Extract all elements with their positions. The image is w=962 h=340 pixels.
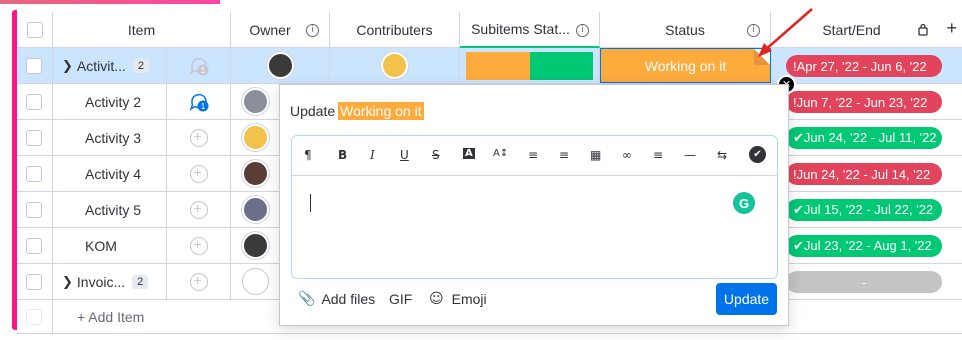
date-range-pill[interactable]: ✔Jul 23, '22 - Aug 1, '22: [786, 235, 942, 257]
row-checkbox[interactable]: [26, 165, 42, 182]
row-checkbox: [26, 308, 42, 325]
paragraph-icon[interactable]: ¶: [304, 148, 312, 162]
item-name[interactable]: Activity 4: [85, 166, 141, 182]
add-item-input[interactable]: + Add Item: [77, 309, 144, 325]
update-bubble-icon[interactable]: 1: [188, 55, 210, 77]
date-range-pill[interactable]: !Jun 7, '22 - Jun 23, '22: [786, 91, 942, 113]
align-icon[interactable]: ≡: [653, 148, 663, 162]
update-bubble-icon[interactable]: 1: [188, 91, 210, 113]
owner-avatar[interactable]: [241, 196, 269, 223]
bullet-list-icon[interactable]: ≡: [559, 148, 569, 162]
link-icon[interactable]: ∞: [622, 148, 632, 162]
add-files-button[interactable]: 📎 Add files: [298, 291, 375, 307]
add-update-icon[interactable]: [189, 272, 208, 291]
update-editor: ¶ B I U S A A↕ ≡ ≡ ▦ ∞ ≡ — ⇆ ✔ G: [291, 135, 778, 279]
svg-text:1: 1: [200, 66, 205, 75]
info-icon[interactable]: i: [306, 24, 319, 37]
subitems-done-segment: [529, 51, 593, 80]
popup-title: Update Working on it: [290, 102, 424, 120]
select-all-cell: [17, 12, 53, 48]
item-name[interactable]: KOM: [85, 238, 117, 254]
item-name[interactable]: Activity 3: [85, 130, 141, 146]
item-name[interactable]: Activity 5: [85, 202, 141, 218]
update-popup: Update Working on it ¶ B I U S A A↕ ≡ ≡ …: [279, 84, 789, 326]
emoji-button[interactable]: ☺ Emoji: [429, 291, 487, 307]
subitems-status-bar[interactable]: [466, 51, 593, 80]
paperclip-icon: 📎: [298, 291, 316, 307]
smiley-icon: ☺: [429, 291, 444, 307]
gif-button[interactable]: GIF: [389, 291, 412, 307]
add-column-icon[interactable]: +: [946, 18, 957, 39]
owner-avatar[interactable]: [241, 124, 269, 151]
row-checkbox[interactable]: [26, 273, 42, 290]
row-checkbox[interactable]: [26, 129, 42, 146]
row-checkbox[interactable]: [26, 93, 42, 110]
date-range-pill[interactable]: -: [786, 271, 942, 293]
update-button[interactable]: Update: [716, 283, 777, 315]
add-update-icon[interactable]: [189, 164, 208, 183]
status-chip: Working on it: [338, 102, 424, 120]
numbered-list-icon[interactable]: ≡: [528, 148, 538, 162]
bold-icon[interactable]: B: [338, 148, 347, 162]
owner-avatar[interactable]: [266, 52, 294, 79]
annotation-arrow: [758, 8, 813, 57]
date-range-pill[interactable]: ✔Jul 15, '22 - Jul 22, '22: [786, 199, 942, 221]
date-range-pill[interactable]: ✔Jun 24, '22 - Jul 11, '22: [786, 127, 942, 149]
lock-icon: [918, 23, 928, 36]
item-name[interactable]: Activit...: [77, 58, 126, 74]
contributor-avatar[interactable]: [381, 52, 408, 79]
column-header-status[interactable]: Status i: [600, 12, 771, 48]
direction-icon[interactable]: ⇆: [717, 148, 727, 162]
table-row[interactable]: ❯ Activit... 2 1 Working on it !Apr 27, …: [17, 48, 962, 84]
date-range-pill[interactable]: !Jun 24, '22 - Jul 14, '22: [786, 163, 942, 185]
select-all-checkbox[interactable]: [26, 21, 43, 38]
group-header-fragment: [0, 0, 220, 4]
editor-toolbar: ¶ B I U S A A↕ ≡ ≡ ▦ ∞ ≡ — ⇆ ✔: [292, 136, 777, 176]
column-header-owner[interactable]: Owner i: [231, 12, 330, 48]
column-header-contributers[interactable]: Contributers: [330, 12, 460, 48]
chevron-right-icon[interactable]: ❯: [62, 58, 73, 74]
row-checkbox[interactable]: [26, 57, 42, 74]
svg-text:1: 1: [200, 102, 205, 111]
text-color-icon[interactable]: A: [463, 148, 475, 159]
column-header-item[interactable]: Item: [53, 12, 231, 48]
column-header-subitems-status[interactable]: Subitems Stat... i: [460, 12, 600, 48]
checkmark-icon[interactable]: ✔: [749, 146, 766, 163]
row-checkbox[interactable]: [26, 237, 42, 254]
owner-avatar[interactable]: [241, 160, 269, 187]
add-update-icon[interactable]: [189, 128, 208, 147]
item-name[interactable]: Invoic...: [77, 274, 125, 290]
add-update-icon[interactable]: [189, 200, 208, 219]
grammarly-icon[interactable]: G: [733, 192, 755, 214]
row-checkbox[interactable]: [26, 201, 42, 218]
owner-avatar[interactable]: [241, 232, 269, 259]
update-text-area[interactable]: [292, 176, 777, 278]
italic-icon[interactable]: I: [370, 148, 375, 162]
item-name[interactable]: Activity 2: [85, 94, 141, 110]
subitems-working-segment: [466, 51, 530, 80]
empty-owner-avatar[interactable]: [241, 268, 269, 295]
divider-icon[interactable]: —: [684, 148, 696, 162]
status-cell[interactable]: Working on it: [600, 48, 771, 83]
add-update-icon[interactable]: [189, 236, 208, 255]
subitem-count-badge[interactable]: 2: [132, 58, 150, 73]
owner-avatar[interactable]: [241, 88, 269, 115]
strikethrough-icon[interactable]: S: [432, 148, 440, 162]
info-icon[interactable]: i: [576, 24, 589, 37]
subitem-count-badge[interactable]: 2: [132, 274, 149, 289]
table-icon[interactable]: ▦: [590, 148, 601, 162]
chevron-right-icon[interactable]: ❯: [62, 274, 73, 290]
font-size-icon[interactable]: A↕: [493, 148, 508, 159]
underline-icon[interactable]: U: [400, 148, 409, 162]
